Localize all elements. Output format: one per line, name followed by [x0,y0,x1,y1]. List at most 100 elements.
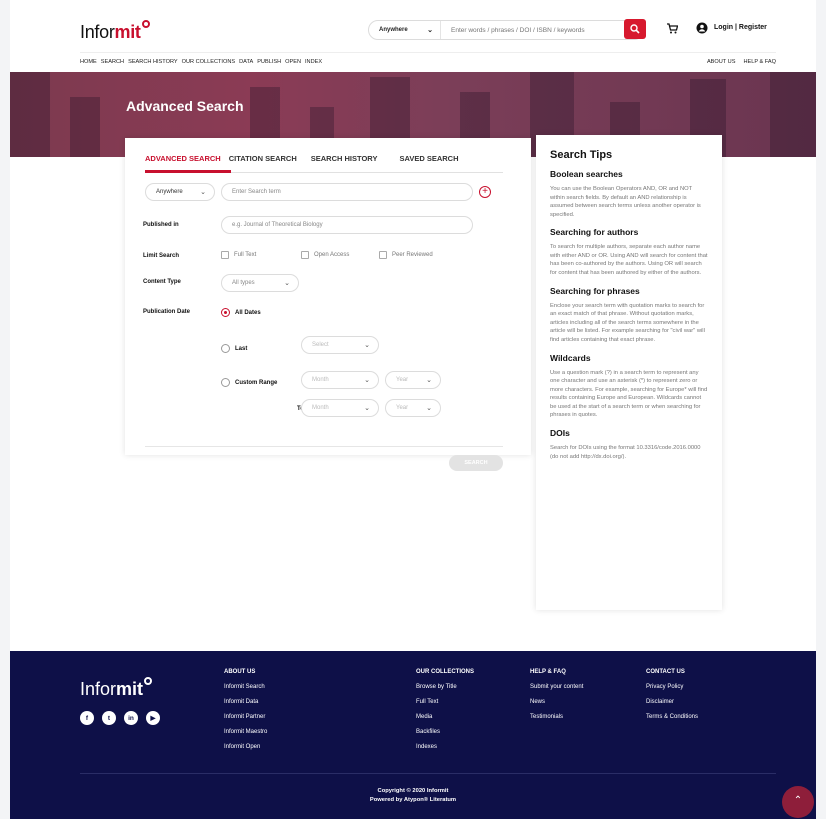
last-radio[interactable]: Last [221,344,247,353]
chevron-down-icon: ⌄ [427,27,433,34]
nav-data[interactable]: DATA [239,59,253,65]
nav-open[interactable]: OPEN [285,59,301,65]
content-type-select[interactable]: All types ⌄ [221,274,299,292]
footer-link[interactable]: Full Text [416,699,474,705]
footer-link[interactable]: Privacy Policy [646,684,698,690]
all-dates-radio[interactable]: All Dates [221,308,261,317]
page: Informit Anywhere ⌄ Login | Register HOM… [10,0,816,819]
from-year-select[interactable]: Year ⌄ [385,371,441,389]
tip-heading: Wildcards [550,352,591,363]
copyright: Copyright © 2020 Informit Powered by Aty… [369,788,457,803]
footer-link[interactable]: Backfiles [416,729,474,735]
nav-about-us[interactable]: ABOUT US [707,59,736,65]
global-search-input[interactable] [441,26,643,34]
last-period-select[interactable]: Select ⌄ [301,336,379,354]
footer-link[interactable]: Browse by Title [416,684,474,690]
page-title: Advanced Search [126,98,244,114]
chevron-down-icon: ⌄ [426,377,432,384]
tab-saved-search[interactable]: SAVED SEARCH [399,154,466,169]
chevron-down-icon: ⌄ [200,189,206,196]
peer-reviewed-checkbox[interactable]: Peer Reviewed [379,251,433,259]
published-in-label: Published in [143,222,179,228]
cart-icon[interactable] [666,22,678,34]
tip-heading: Searching for authors [550,227,639,238]
footer-link[interactable]: Terms & Conditions [646,714,698,720]
add-row-icon[interactable]: + [479,186,491,198]
nav-home[interactable]: HOME [80,59,97,65]
secondary-nav: ABOUT US HELP & FAQ [707,59,776,65]
search-icon [630,24,640,34]
tab-search-history[interactable]: SEARCH HISTORY [311,154,386,169]
nav-index[interactable]: INDEX [305,59,322,65]
chevron-up-icon: ⌃ [793,795,803,806]
nav-our-collections[interactable]: OUR COLLECTIONS [182,59,235,65]
footer-link[interactable]: Informit Data [224,699,267,705]
active-tab-indicator [145,170,231,173]
tip-heading: Boolean searches [550,169,623,179]
tip-text: Use a question mark (?) in a search term… [550,369,708,419]
footer-heading: ABOUT US [224,669,256,675]
from-month-select[interactable]: Month ⌄ [301,371,379,389]
tip-heading: DOIs [550,427,570,438]
logo[interactable]: Informit [80,20,150,43]
youtube-icon[interactable]: ▶ [146,711,160,725]
footer-column-collections: OUR COLLECTIONS Browse by Title Full Tex… [416,669,474,759]
chevron-down-icon: ⌄ [364,377,370,384]
nav-help-faq[interactable]: HELP & FAQ [743,59,776,65]
footer-link[interactable]: Media [416,714,474,720]
footer-link[interactable]: Informit Search [224,684,267,690]
search-tabs: ADVANCED SEARCH CITATION SEARCH SEARCH H… [145,154,467,169]
footer-link[interactable]: Disclaimer [646,699,698,705]
tip-heading: Searching for phrases [550,285,640,296]
footer-link[interactable]: Informit Partner [224,714,267,720]
tab-advanced-search[interactable]: ADVANCED SEARCH [145,154,229,169]
footer-link[interactable]: Informit Open [224,744,267,750]
search-submit-button[interactable]: SEARCH [449,455,503,471]
building-shape [70,97,100,157]
open-access-checkbox[interactable]: Open Access [301,251,349,259]
footer-logo[interactable]: Informit [80,677,153,700]
published-in-input[interactable]: e.g. Journal of Theoretical Biology [221,216,473,234]
main-nav: HOME SEARCH SEARCH HISTORY OUR COLLECTIO… [80,59,322,65]
header-divider [80,52,776,53]
search-tips-title: Search Tips [550,149,613,161]
search-button[interactable] [624,19,646,39]
site-header: Informit Anywhere ⌄ Login | Register HOM… [10,0,816,72]
tab-citation-search[interactable]: CITATION SEARCH [229,154,305,169]
custom-range-radio[interactable]: Custom Range [221,378,277,387]
footer-link[interactable]: Submit your content [530,684,583,690]
to-month-select[interactable]: Month ⌄ [301,399,379,417]
footer-link[interactable]: News [530,699,583,705]
nav-search-history[interactable]: SEARCH HISTORY [128,59,178,65]
tip-text: Search for DOIs using the format 10.3316… [550,444,701,460]
full-text-checkbox[interactable]: Full Text [221,251,256,259]
back-to-top-button[interactable]: ⌃ [782,786,814,818]
footer-column-about: ABOUT US Informit Search Informit Data I… [224,669,267,759]
field-scope-select[interactable]: Anywhere ⌄ [145,183,215,201]
nav-search[interactable]: SEARCH [101,59,124,65]
user-icon[interactable] [696,22,708,34]
footer-heading: HELP & FAQ [530,669,566,675]
search-term-input[interactable]: Enter Search term [221,183,473,201]
building-shape [10,72,50,157]
footer-heading: OUR COLLECTIONS [416,669,474,675]
site-footer: Informit f t in ▶ ABOUT US Informit Sear… [10,651,816,819]
login-register-link[interactable]: Login | Register [714,24,767,31]
facebook-icon[interactable]: f [80,711,94,725]
to-year-select[interactable]: Year ⌄ [385,399,441,417]
footer-heading: CONTACT US [646,669,685,675]
footer-column-help: HELP & FAQ Submit your content News Test… [530,669,583,729]
chevron-down-icon: ⌄ [284,280,290,287]
linkedin-icon[interactable]: in [124,711,138,725]
publication-date-label: Publication Date [143,309,191,315]
chevron-down-icon: ⌄ [426,405,432,412]
footer-link[interactable]: Indexes [416,744,474,750]
chevron-down-icon: ⌄ [364,342,370,349]
twitter-icon[interactable]: t [102,711,116,725]
footer-link[interactable]: Informit Maestro [224,729,267,735]
nav-publish[interactable]: PUBLISH [257,59,281,65]
global-search: Anywhere ⌄ [368,20,644,40]
limit-search-label: Limit Search [143,253,180,259]
search-scope-select[interactable]: Anywhere ⌄ [369,21,441,39]
footer-link[interactable]: Testimonials [530,714,583,720]
